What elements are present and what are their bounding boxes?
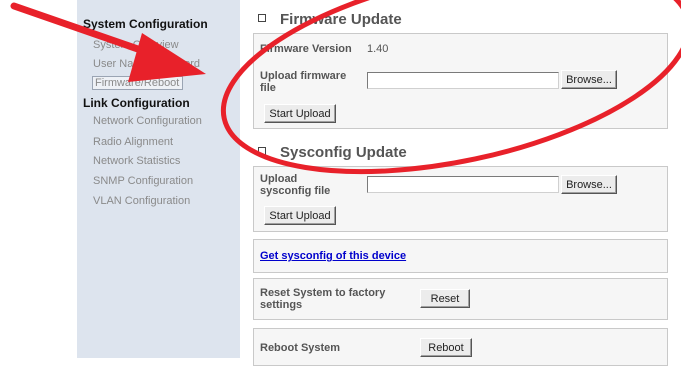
reboot-panel: Reboot System Reboot [253, 328, 668, 366]
reset-label: Reset System to factory settings [260, 287, 386, 311]
sysconfig-section-title: Sysconfig Update [258, 144, 407, 161]
nav-heading-link-configuration: Link Configuration [83, 96, 190, 110]
sysconfig-start-upload-button[interactable]: Start Upload [264, 206, 336, 225]
firmware-version-value: 1.40 [367, 43, 389, 55]
sysconfig-panel: Upload sysconfig file Browse... Start Up… [253, 166, 668, 232]
reset-panel: Reset System to factory settings Reset [253, 278, 668, 320]
upload-firmware-label: Upload firmware file [260, 70, 347, 94]
firmware-section-title: Firmware Update [258, 11, 402, 28]
get-sysconfig-panel: Get sysconfig of this device [253, 239, 668, 273]
firmware-title-text: Firmware Update [280, 11, 402, 28]
sysconfig-title-text: Sysconfig Update [280, 144, 407, 161]
get-sysconfig-link[interactable]: Get sysconfig of this device [260, 250, 406, 262]
firmware-panel: Firmware Version 1.40 Upload firmware fi… [253, 33, 668, 129]
square-bullet-icon [258, 14, 266, 23]
sysconfig-file-input[interactable] [367, 176, 559, 193]
main-content: Firmware Update Firmware Version 1.40 Up… [248, 0, 681, 366]
nav-item-user-name-password[interactable]: User Name/Password [93, 58, 200, 70]
reboot-button[interactable]: Reboot [420, 338, 472, 357]
nav-item-network-configuration[interactable]: Network Configuration [93, 115, 202, 127]
nav-item-vlan-configuration[interactable]: VLAN Configuration [93, 195, 190, 207]
sysconfig-browse-button[interactable]: Browse... [561, 175, 617, 194]
firmware-start-upload-button[interactable]: Start Upload [264, 104, 336, 123]
nav-heading-system-configuration: System Configuration [83, 17, 208, 31]
sidebar: System Configuration System Overview Use… [77, 0, 240, 358]
upload-sysconfig-label: Upload sysconfig file [260, 173, 331, 197]
square-bullet-icon [258, 147, 266, 156]
firmware-browse-button[interactable]: Browse... [561, 70, 617, 89]
reset-button[interactable]: Reset [420, 289, 470, 308]
firmware-file-input[interactable] [367, 72, 559, 89]
nav-item-radio-alignment[interactable]: Radio Alignment [93, 136, 173, 148]
nav-item-firmware-reboot[interactable]: Firmware/Reboot [92, 76, 184, 90]
reboot-label: Reboot System [260, 342, 341, 354]
nav-item-network-statistics[interactable]: Network Statistics [93, 155, 180, 167]
firmware-version-label: Firmware Version [260, 43, 352, 55]
nav-item-system-overview[interactable]: System Overview [93, 39, 179, 51]
nav-item-snmp-configuration[interactable]: SNMP Configuration [93, 175, 193, 187]
